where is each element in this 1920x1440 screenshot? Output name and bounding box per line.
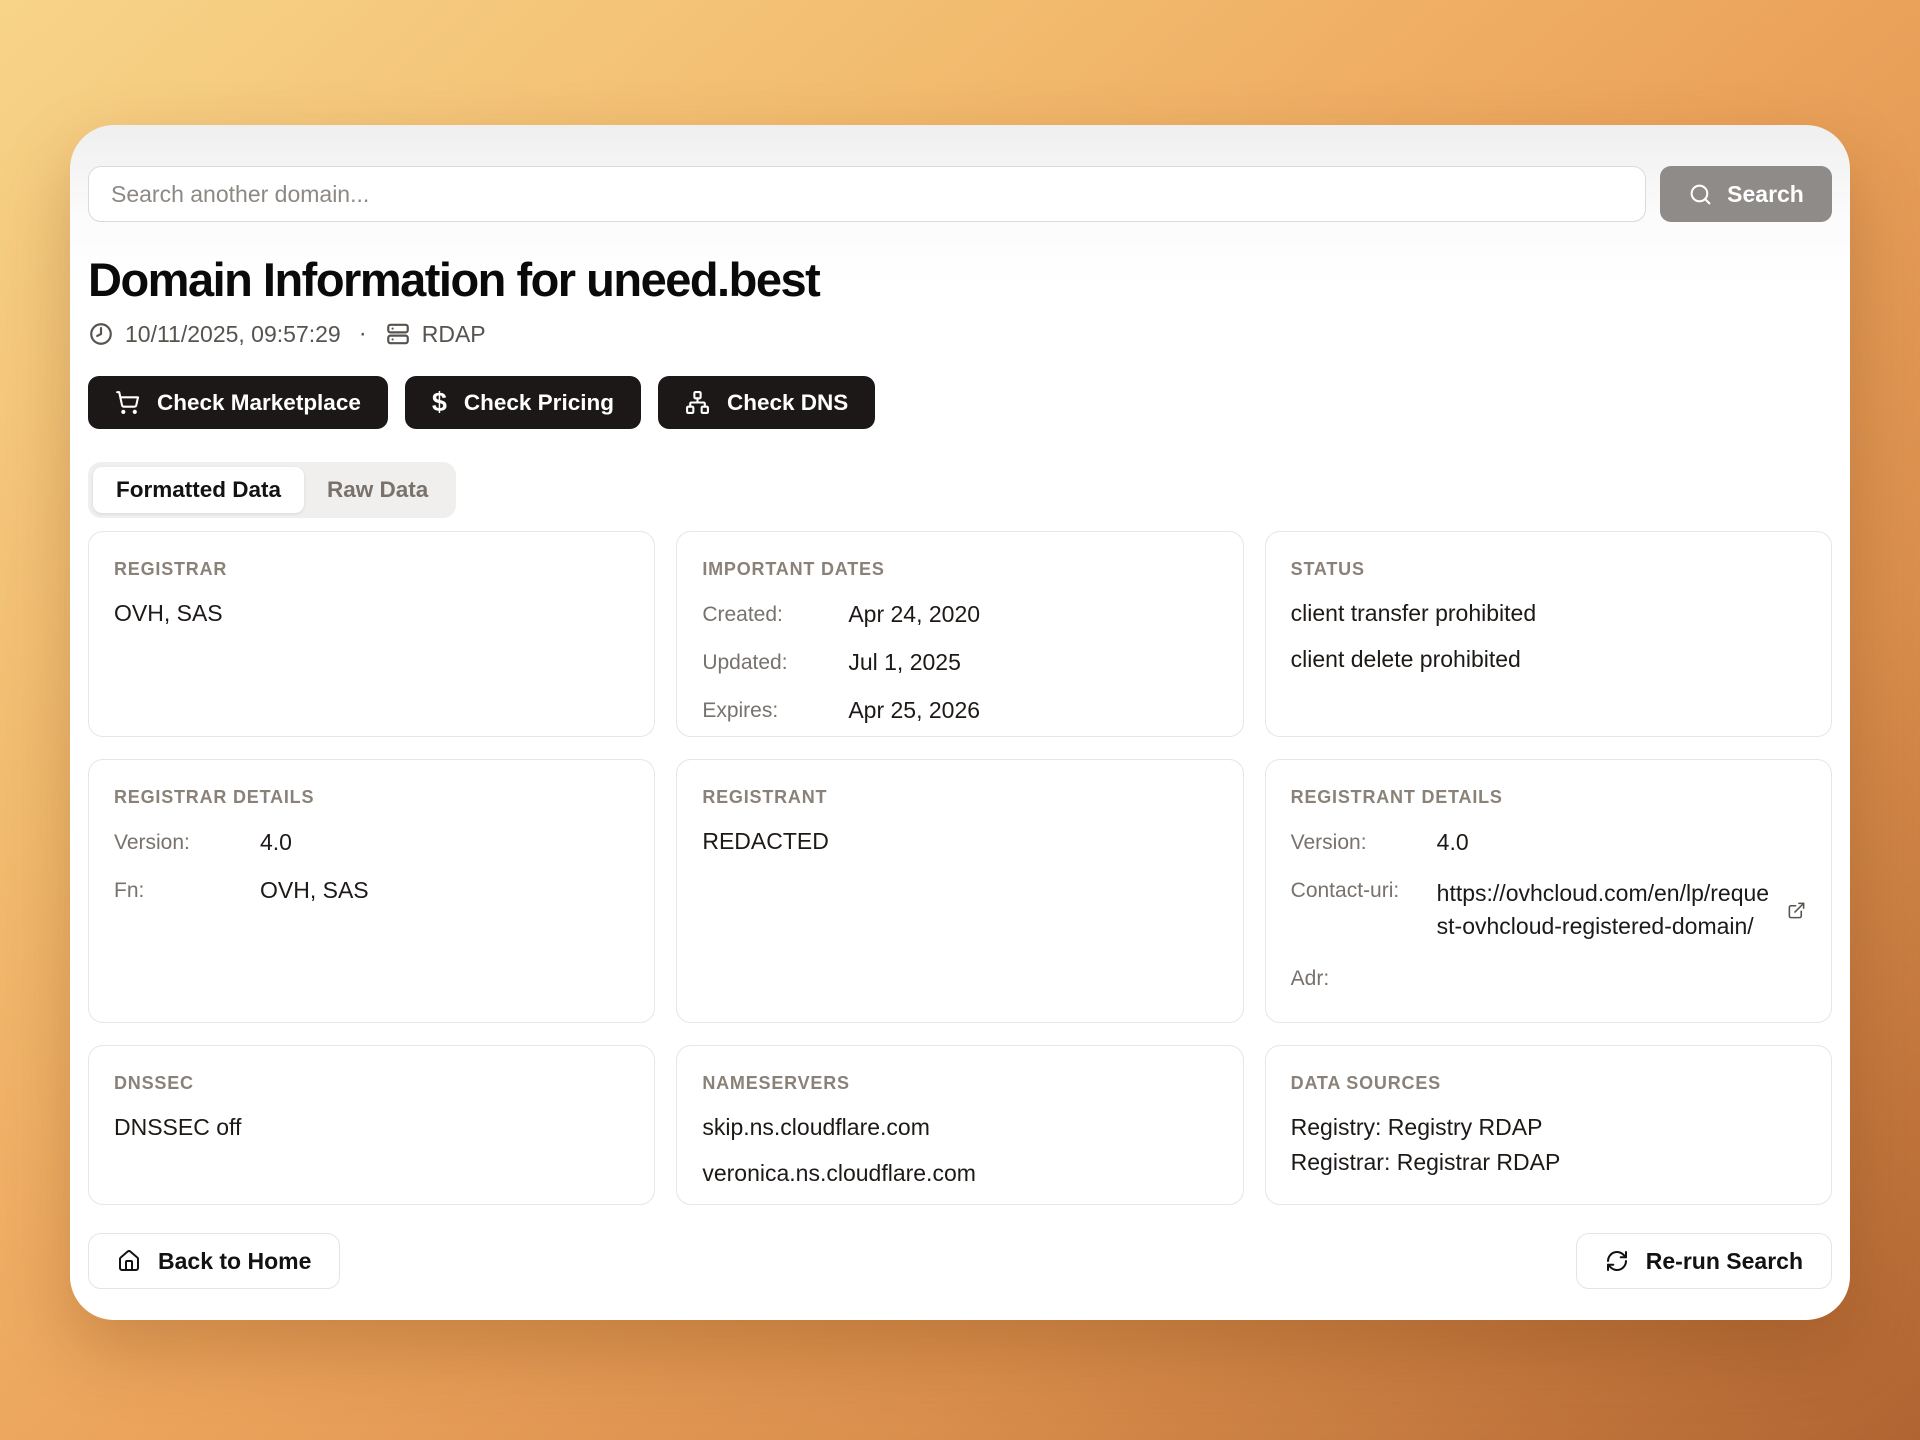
network-icon [685,390,710,415]
registrar-version-row: Version: 4.0 [114,829,629,856]
card-title-registrant: REGISTRANT [702,787,1217,808]
fn-value: OVH, SAS [260,877,629,904]
card-title-important-dates: IMPORTANT DATES [702,559,1217,580]
external-link-icon[interactable] [1787,901,1806,920]
info-cards-grid: REGISTRAR OVH, SAS IMPORTANT DATES Creat… [88,531,1832,1205]
created-label: Created: [702,601,844,627]
card-data-sources: DATA SOURCES Registry: Registry RDAP Reg… [1265,1045,1832,1205]
card-dnssec: DNSSEC DNSSEC off [88,1045,655,1205]
rerun-search-label: Re-run Search [1646,1248,1803,1275]
card-title-registrar: REGISTRAR [114,559,629,580]
date-row-expires: Expires: Apr 25, 2026 [702,697,1217,724]
nameserver-line: veronica.ns.cloudflare.com [702,1160,1217,1187]
version-label: Version: [114,829,256,855]
registrar-fn-row: Fn: OVH, SAS [114,877,629,904]
card-title-dnssec: DNSSEC [114,1073,629,1094]
expires-label: Expires: [702,697,844,723]
card-title-registrar-details: REGISTRAR DETAILS [114,787,629,808]
updated-value: Jul 1, 2025 [848,649,1217,676]
card-registrant: REGISTRANT REDACTED [676,759,1243,1023]
card-registrar-details: REGISTRAR DETAILS Version: 4.0 Fn: OVH, … [88,759,655,1023]
page-title: Domain Information for uneed.best [88,252,1832,307]
card-title-nameservers: NAMESERVERS [702,1073,1217,1094]
registrant-adr-row: Adr: [1291,965,1806,991]
dollar-icon: $ [432,389,447,416]
footer-row: Back to Home Re-run Search [88,1233,1832,1289]
search-icon [1688,182,1713,207]
meta-row: 10/11/2025, 09:57:29 · RDAP [88,320,1832,348]
back-to-home-button[interactable]: Back to Home [88,1233,340,1289]
check-marketplace-label: Check Marketplace [157,390,361,416]
search-input[interactable] [88,166,1646,222]
contact-uri-label: Contact-uri: [1291,877,1433,903]
card-registrar: REGISTRAR OVH, SAS [88,531,655,737]
adr-label: Adr: [1291,965,1433,991]
refresh-icon [1605,1249,1629,1273]
search-row: Search [88,166,1832,222]
dnssec-value: DNSSEC off [114,1114,629,1141]
tab-raw-data[interactable]: Raw Data [304,467,451,513]
data-source-line: Registry: Registry RDAP [1291,1114,1806,1141]
clock-icon [88,321,114,347]
date-row-created: Created: Apr 24, 2020 [702,601,1217,628]
contact-uri-value-row: https://ovhcloud.com/en/lp/request-ovhcl… [1437,877,1806,944]
expires-value: Apr 25, 2026 [848,697,1217,724]
back-to-home-label: Back to Home [158,1248,311,1275]
data-view-tabs: Formatted Data Raw Data [88,462,456,518]
rerun-search-button[interactable]: Re-run Search [1576,1233,1832,1289]
search-button[interactable]: Search [1660,166,1832,222]
shopping-cart-icon [115,390,140,415]
check-marketplace-button[interactable]: Check Marketplace [88,376,388,429]
fn-label: Fn: [114,877,256,903]
registrar-value: OVH, SAS [114,600,629,627]
data-source-line: Registrar: Registrar RDAP [1291,1149,1806,1176]
actions-row: Check Marketplace $ Check Pricing Check … [88,376,1832,429]
contact-uri-link[interactable]: https://ovhcloud.com/en/lp/request-ovhcl… [1437,877,1775,944]
registrant-version-row: Version: 4.0 [1291,829,1806,856]
card-title-registrant-details: REGISTRANT DETAILS [1291,787,1806,808]
version-value: 4.0 [1437,829,1806,856]
registrant-contact-row: Contact-uri: https://ovhcloud.com/en/lp/… [1291,877,1806,944]
lookup-timestamp: 10/11/2025, 09:57:29 [125,321,341,348]
card-nameservers: NAMESERVERS skip.ns.cloudflare.com veron… [676,1045,1243,1205]
check-dns-button[interactable]: Check DNS [658,376,875,429]
check-dns-label: Check DNS [727,390,848,416]
server-icon [385,321,411,347]
card-important-dates: IMPORTANT DATES Created: Apr 24, 2020 Up… [676,531,1243,737]
check-pricing-button[interactable]: $ Check Pricing [405,376,641,429]
date-row-updated: Updated: Jul 1, 2025 [702,649,1217,676]
updated-label: Updated: [702,649,844,675]
card-registrant-details: REGISTRANT DETAILS Version: 4.0 Contact-… [1265,759,1832,1023]
card-title-data-sources: DATA SOURCES [1291,1073,1806,1094]
main-panel: Search Domain Information for uneed.best… [70,125,1850,1320]
card-title-status: STATUS [1291,559,1806,580]
card-status: STATUS client transfer prohibited client… [1265,531,1832,737]
status-line: client transfer prohibited [1291,600,1806,627]
created-value: Apr 24, 2020 [848,601,1217,628]
version-value: 4.0 [260,829,629,856]
nameserver-line: skip.ns.cloudflare.com [702,1114,1217,1141]
status-line: client delete prohibited [1291,646,1806,673]
version-label: Version: [1291,829,1433,855]
meta-separator: · [359,320,367,348]
protocol-badge: RDAP [422,321,486,348]
check-pricing-label: Check Pricing [464,390,614,416]
tab-formatted-data[interactable]: Formatted Data [93,467,304,513]
search-button-label: Search [1727,181,1804,208]
registrant-value: REDACTED [702,828,1217,855]
home-icon [117,1249,141,1273]
